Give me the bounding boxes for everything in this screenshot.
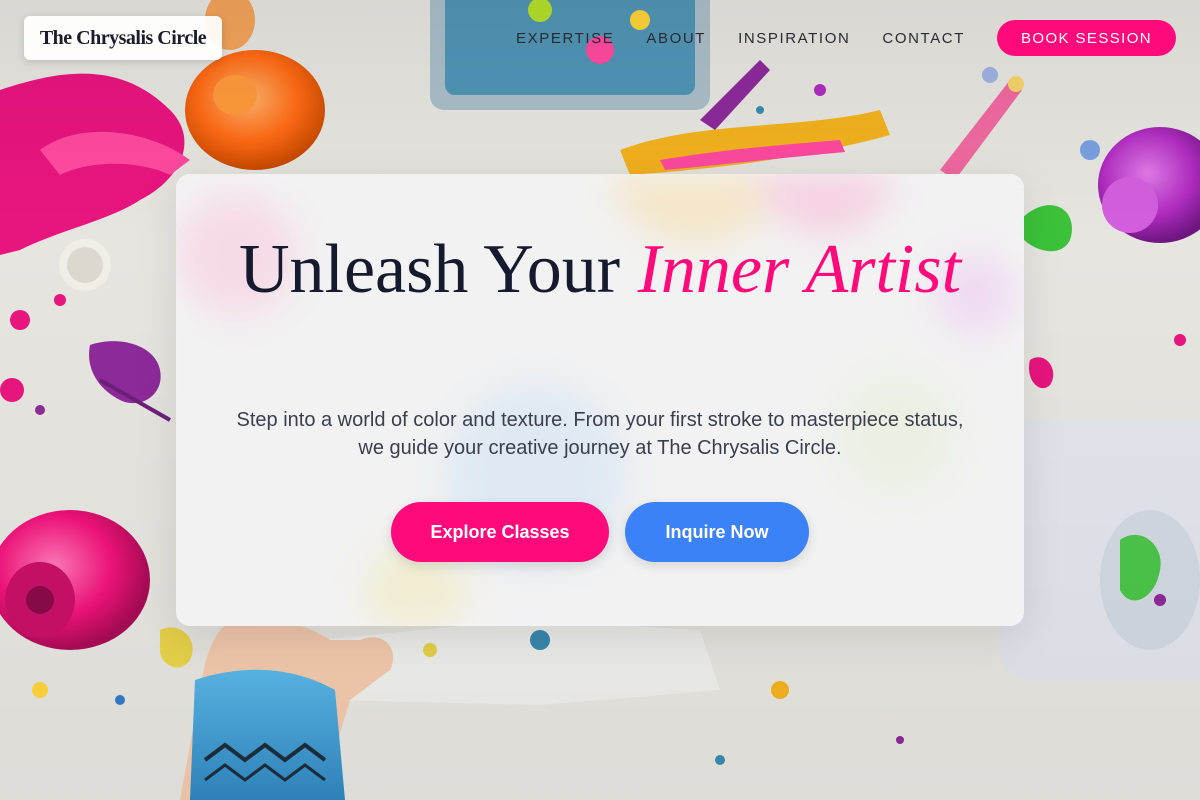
main-navigation: EXPERTISE ABOUT INSPIRATION CONTACT BOOK… <box>516 20 1176 56</box>
nav-link-expertise[interactable]: EXPERTISE <box>516 30 614 47</box>
book-session-button[interactable]: BOOK SESSION <box>997 20 1176 56</box>
brand-logo[interactable]: The Chrysalis Circle <box>24 16 222 60</box>
hero-title-plain: Unleash Your <box>238 231 638 308</box>
nav-link-about[interactable]: ABOUT <box>646 30 706 47</box>
brand-name: The Chrysalis Circle <box>39 26 207 49</box>
hero-subtitle: Step into a world of color and texture. … <box>236 409 964 459</box>
nav-link-contact[interactable]: CONTACT <box>882 30 965 47</box>
page: The Chrysalis Circle EXPERTISE ABOUT INS… <box>0 0 1200 800</box>
inquire-now-button[interactable]: Inquire Now <box>625 502 809 562</box>
hero-actions: Explore Classes Inquire Now <box>176 502 1024 562</box>
hero-card: Unleash Your Inner Artist Step into a wo… <box>176 174 1024 626</box>
explore-classes-button[interactable]: Explore Classes <box>391 502 609 562</box>
hero-title: Unleash Your Inner Artist <box>176 234 1024 306</box>
nav-link-inspiration[interactable]: INSPIRATION <box>738 30 850 47</box>
hero-title-accent: Inner Artist <box>637 231 962 308</box>
